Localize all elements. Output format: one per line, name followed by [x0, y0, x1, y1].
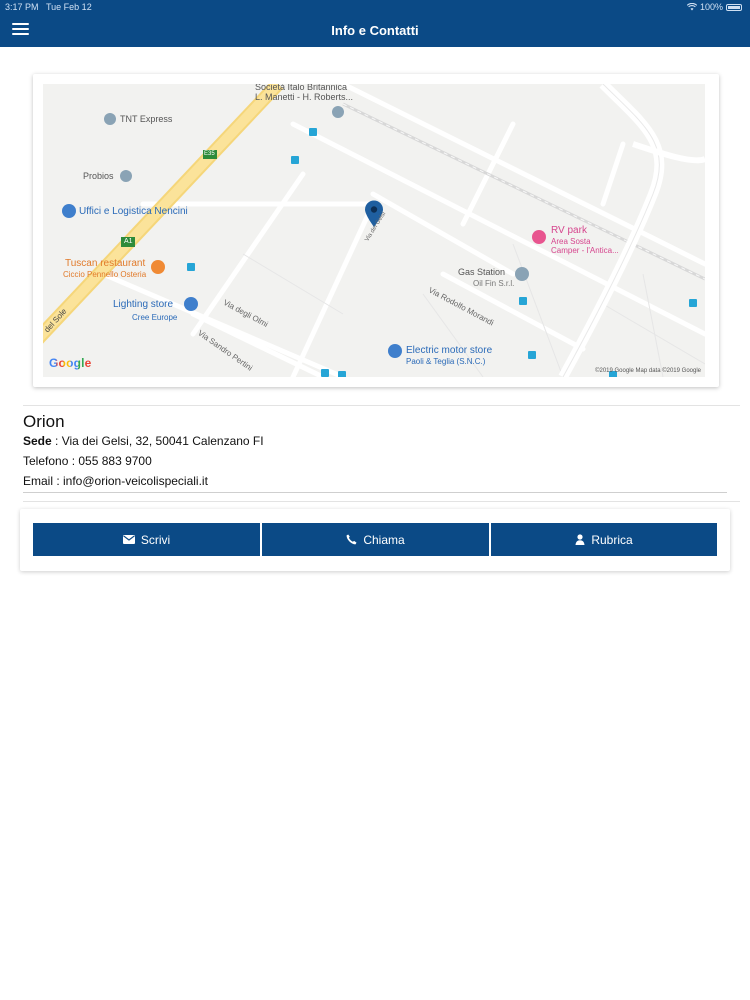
map-label-ciccio: Ciccio Pennello Osteria	[63, 270, 147, 279]
status-indicators: 100%	[686, 2, 742, 12]
map-view[interactable]: Società Italo Britannica L. Manetti - H.…	[43, 84, 705, 377]
status-date: Tue Feb 12	[46, 2, 92, 12]
map-label-manetti: L. Manetti - H. Roberts...	[255, 92, 354, 102]
email-line[interactable]: Email : info@orion-veicolispeciali.it	[23, 474, 208, 488]
envelope-icon	[122, 535, 135, 544]
map-label-uffici: Uffici e Logistica Nencini	[79, 206, 188, 217]
contacts-button[interactable]: Rubrica	[491, 523, 717, 556]
google-logo-text: Google	[49, 356, 92, 370]
map-label-tuscan: Tuscan restaurant	[65, 258, 146, 269]
address-line[interactable]: Sede : Via dei Gelsi, 32, 50041 Calenzan…	[23, 434, 264, 448]
contacts-button-label: Rubrica	[591, 532, 633, 547]
map-label-electric-sub: Paoli & Teglia (S.N.C.)	[406, 357, 486, 366]
map-label-road-e35: E35	[204, 151, 215, 157]
divider-bottom	[23, 501, 740, 502]
map-label-probios: Probios	[83, 171, 114, 181]
phone-icon	[346, 534, 357, 545]
map-attribution: ©2019 Google Map data ©2019 Google	[595, 368, 701, 374]
status-time: 3:17 PM	[5, 2, 39, 12]
map-label-rvpark-sub1: Area Sosta	[551, 237, 591, 246]
write-button[interactable]: Scrivi	[33, 523, 260, 556]
map-label-societa: Società Italo Britannica	[255, 84, 348, 92]
map-label-lighting-sub: Cree Europe	[132, 313, 178, 322]
divider-email	[23, 492, 727, 493]
map-label-rvpark: RV park	[551, 225, 587, 236]
map-label-tnt: TNT Express	[120, 114, 173, 124]
map-label-lighting: Lighting store	[113, 299, 174, 310]
person-icon	[575, 534, 585, 545]
app-header: 3:17 PM Tue Feb 12 100% Info e Contatti	[0, 0, 750, 47]
company-name: Orion	[23, 412, 65, 431]
write-button-label: Scrivi	[140, 532, 171, 547]
divider-top	[23, 405, 740, 406]
wifi-icon	[686, 3, 697, 11]
phone-line[interactable]: Telefono : 055 883 9700	[23, 454, 152, 468]
map-label-rvpark-sub2: Camper - l'Antica...	[551, 246, 619, 255]
page-title: Info e Contatti	[331, 23, 419, 38]
map-label-road-a1: A1	[124, 238, 133, 245]
google-logo: Google	[49, 356, 92, 370]
map-label-gas-sub: Oil Fin S.r.l.	[473, 279, 515, 288]
call-button-label: Chiama	[363, 532, 405, 547]
battery-icon	[726, 3, 742, 11]
map-label-electric: Electric motor store	[406, 345, 493, 356]
status-bar: 3:17 PM Tue Feb 12 100%	[0, 0, 750, 14]
address-value: : Via dei Gelsi, 32, 50041 Calenzano FI	[51, 434, 264, 448]
address-label: Sede	[23, 434, 52, 448]
map-label-gas: Gas Station	[458, 267, 506, 277]
map-card: Società Italo Britannica L. Manetti - H.…	[33, 74, 719, 387]
call-button[interactable]: Chiama	[262, 523, 489, 556]
actions-card: Scrivi Chiama Rubrica	[20, 509, 730, 571]
battery-percent: 100%	[699, 2, 723, 12]
